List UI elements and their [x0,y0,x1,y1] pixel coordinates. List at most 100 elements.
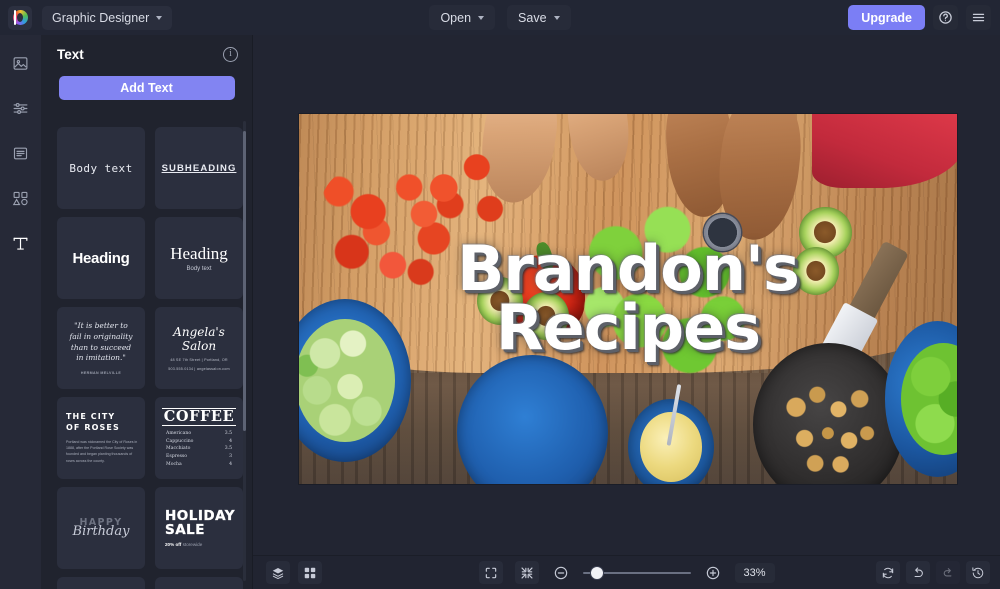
add-text-button[interactable]: Add Text [58,76,235,100]
panel-header: Text i [41,35,252,73]
info-icon[interactable]: i [223,46,238,62]
document-name-dropdown[interactable]: Graphic Designer [42,5,173,30]
photo-bowl-inner [475,373,590,484]
holiday-sub-rest: storewide [182,542,203,548]
brand-logo-icon[interactable] [8,5,32,30]
preset-label: SUBHEADING [161,162,237,174]
document-name-label: Graphic Designer [52,10,150,25]
redo-icon[interactable] [936,561,960,584]
panel-title: Text [57,46,84,62]
bottom-toolbar-right [876,561,990,584]
rail-item-adjust[interactable] [7,94,35,122]
photo-bowl-cucumbers [299,299,411,462]
city-body: Portland was nicknamed the City of Roses… [66,439,138,463]
layers-icon[interactable] [266,561,290,584]
zoom-slider[interactable] [582,566,691,580]
salon-address: 48 SE 7th Street | Portland, OR [170,358,228,362]
grid-icon[interactable] [298,561,322,584]
bottom-toolbar-left [253,561,322,584]
left-tool-rail [0,35,41,589]
preset-card-heading-serif[interactable]: Heading Body text [155,217,243,299]
preset-card-birthday[interactable]: HAPPY Birthday [57,487,145,569]
photo-bowl-tomatoes [456,354,609,484]
open-label: Open [440,10,472,25]
upgrade-button[interactable]: Upgrade [848,5,925,30]
photo-avocado-half-2 [522,291,569,340]
design-artboard[interactable]: Brandon's Recipes [299,114,957,484]
menu-row: Americano 3.5 [166,430,232,438]
menu-item: Cappuccino [166,438,194,444]
preset-label: Heading [72,249,130,267]
menu-row: Cappuccino 4 [166,437,232,445]
holiday-subtext: 20% off storewide [160,542,238,547]
photo-chopped-red-peppers-2 [391,136,523,240]
menu-item: Macchiato [166,446,191,452]
photo-wristwatch [703,213,741,251]
help-circle-icon[interactable] [933,5,958,30]
holiday-sub-bold: 20% off [165,542,183,548]
menu-item: Americano [166,430,192,436]
preset-label: Heading [170,243,228,263]
menu-item: Espresso [166,454,188,460]
preset-card-quote[interactable]: "It is better to fail in originality tha… [57,307,145,389]
chevron-down-icon [478,15,485,20]
top-toolbar-right: Upgrade [848,0,991,35]
city-title: THE CITY OF ROSES [66,412,120,432]
fullscreen-icon[interactable] [478,561,503,584]
chevron-down-icon [553,15,560,20]
history-icon[interactable] [966,561,990,584]
quote-text: "It is better to fail in originality tha… [69,320,133,363]
panel-scrollbar[interactable] [243,121,246,581]
bottom-toolbar: 33% [253,555,1000,589]
preset-card-extra-1[interactable] [57,577,145,589]
zoom-in-icon[interactable] [703,563,723,583]
zoom-out-icon[interactable] [551,563,571,583]
fit-to-screen-icon[interactable] [514,561,539,584]
preset-card-subheading[interactable]: SUBHEADING [155,127,243,209]
coffee-menu: Americano 3.5 Cappuccino 4 Macchiato 3.5 [160,426,238,469]
rail-item-shapes[interactable] [7,184,35,212]
text-preset-list: Body text SUBHEADING Heading Heading Bod… [41,115,253,589]
open-button[interactable]: Open [429,5,496,30]
menu-row: Macchiato 3.5 [166,445,232,453]
holiday-line2: SALE [165,522,205,538]
undo-icon[interactable] [906,561,930,584]
chevron-down-icon [156,15,163,20]
menu-row: Mocha 4 [166,461,232,469]
sync-icon[interactable] [876,561,900,584]
canvas-stage[interactable]: Brandon's Recipes [253,35,1000,589]
holiday-line1: HOLIDAY [165,507,236,524]
photo-avocado-half-4 [792,247,839,296]
panel-scrollbar-thumb[interactable] [243,131,246,431]
photo-avocado-pit [805,261,826,282]
menu-price: 4 [229,438,232,444]
preset-card-body-text[interactable]: Body text [57,127,145,209]
rail-item-layout[interactable] [7,139,35,167]
preset-card-extra-2[interactable] [155,577,243,589]
photo-avocado-half-1 [476,276,523,325]
hamburger-menu-icon[interactable] [966,5,991,30]
preset-card-heading-sans[interactable]: Heading [57,217,145,299]
coffee-title: COFFEE [161,407,237,426]
save-button[interactable]: Save [507,5,571,30]
zoom-level-value[interactable]: 33% [734,562,775,583]
salon-title: Angela's Salon [173,325,225,353]
preset-card-salon[interactable]: Angela's Salon 48 SE 7th Street | Portla… [155,307,243,389]
photo-avocado-pit [490,290,510,311]
zoom-slider-thumb[interactable] [590,566,603,579]
menu-price: 4 [229,462,232,468]
photo-bowl-sauce [628,383,714,484]
rail-item-image[interactable] [7,49,35,77]
preset-card-city[interactable]: THE CITY OF ROSES Portland was nicknamed… [57,397,145,479]
menu-row: Espresso 3 [166,453,232,461]
photo-cucumber-pieces [299,318,396,443]
rail-item-text[interactable] [7,229,35,257]
menu-price: 3 [229,454,232,460]
preset-card-holiday[interactable]: HOLIDAY SALE 20% off storewide [155,487,243,569]
menu-price: 3.5 [224,430,232,436]
top-toolbar: Graphic Designer Open Save Upgrade [0,0,1000,35]
photo-bowl-inner [299,318,396,443]
photo-avocado-pit [536,305,556,326]
preset-card-coffee[interactable]: COFFEE Americano 3.5 Cappuccino 4 Macchi… [155,397,243,479]
app-root: Graphic Designer Open Save Upgrade Text … [0,0,1000,589]
